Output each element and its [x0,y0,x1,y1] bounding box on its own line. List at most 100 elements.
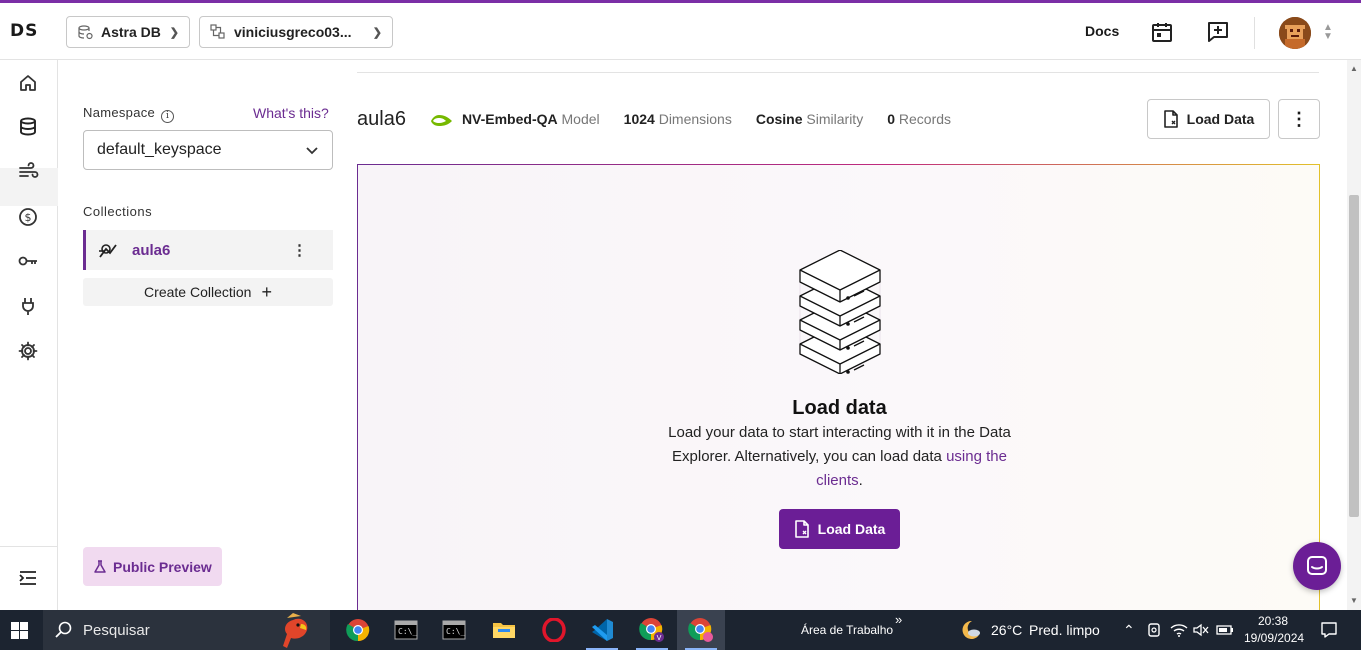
load-data-primary-button[interactable]: Load Data [779,509,900,549]
billing-icon[interactable]: $ [17,206,39,228]
public-preview-label: Public Preview [113,558,212,575]
database-selector[interactable]: Astra DB ❯ [66,16,190,48]
taskbar-chrome-app[interactable] [334,610,382,650]
svg-text:C:\_: C:\_ [398,627,417,636]
search-icon [55,621,72,638]
docs-link[interactable]: Docs [1085,23,1119,39]
records-stat: 0 Records [887,111,951,127]
clock-time[interactable]: 20:38 [1258,614,1288,628]
model-name: NV-Embed-QA [461,111,558,127]
collections-panel: Namespace i What's this? default_keyspace… [59,60,357,610]
organization-icon [210,24,225,39]
chevron-down-icon: ❯ [372,26,382,39]
account-switcher-icon[interactable]: ▲ ▼ [1323,23,1333,42]
collection-title: aula6 [357,107,406,130]
chevron-up-icon[interactable]: ⌃ [1123,622,1135,639]
vscode-icon [592,619,613,641]
settings-gear-icon[interactable] [17,340,39,362]
expand-menu-icon[interactable] [17,567,39,589]
calendar-icon[interactable] [1150,20,1174,44]
scroll-up-icon[interactable]: ▲ [1350,64,1358,73]
taskbar-file-explorer[interactable] [480,610,528,650]
terminal-icon: C:\_ [442,620,466,640]
notifications-icon[interactable] [1320,621,1338,639]
embedding-model: NV-Embed-QA Model [430,111,600,127]
file-upload-icon [1163,110,1178,128]
parrot-decoration-icon [283,613,308,648]
main-content: aula6 NV-Embed-QA Model 1024 Dimensions … [357,60,1347,610]
wifi-icon[interactable] [1170,622,1188,638]
load-data-label: Load Data [1186,111,1255,127]
weather-description[interactable]: Pred. limpo [1029,622,1100,638]
database-icon [78,25,93,40]
collection-name: aula6 [132,241,171,259]
nav-divider [0,546,58,547]
svg-text:$: $ [25,211,32,224]
organization-selector[interactable]: viniciusgreco03... ❯ [199,16,393,48]
load-data-button[interactable]: Load Data [1147,99,1270,139]
more-options-button[interactable]: ⋮ [1278,99,1320,139]
battery-icon[interactable] [1216,623,1234,637]
dimensions-stat: 1024 Dimensions [624,111,732,127]
scrollbar-thumb[interactable] [1349,195,1359,517]
taskbar-chrome-active-app[interactable] [677,610,725,650]
taskbar-chrome-profile-app[interactable]: V [628,610,676,650]
collection-item[interactable]: aula6 ⋮ [83,230,333,270]
create-collection-label: Create Collection [144,284,252,300]
weather-moon-icon[interactable] [958,618,982,642]
chat-support-button[interactable] [1293,542,1341,590]
empty-state-title: Load data [792,397,887,419]
logo[interactable]: DS [10,21,38,41]
databases-icon[interactable] [17,116,39,138]
windows-taskbar: Pesquisar C:\_ C:\_ V Área de Trabalho »… [0,610,1361,650]
folder-icon [493,623,515,638]
toolbar-expand-icon[interactable]: » [895,612,902,627]
info-icon[interactable]: i [161,110,175,123]
streaming-icon[interactable] [17,161,39,183]
key-icon[interactable] [17,250,39,272]
empty-state-card: Load data Load your data to start intera… [357,164,1320,610]
namespace-value: default_keyspace [97,141,222,158]
records-value: 0 [887,111,895,127]
topbar-divider [1254,17,1255,49]
chrome-profile-icon [688,618,713,642]
top-bar: DS Astra DB ❯ viniciusgreco03... ❯ Docs … [0,3,1361,60]
vector-collection-icon [99,244,117,258]
taskbar-opera-app[interactable] [530,610,578,650]
namespace-label: Namespace i [83,105,175,123]
speaker-muted-icon[interactable] [1193,622,1209,638]
terminal-icon: C:\_ [394,620,418,640]
organization-selector-label: viniciusgreco03... [234,24,352,40]
avatar[interactable] [1279,17,1311,49]
scroll-down-icon[interactable]: ▼ [1350,596,1358,605]
page-scrollbar[interactable]: ▲ ▼ [1347,60,1361,610]
windows-start-icon[interactable] [11,622,28,639]
chevron-down-icon: ❯ [169,26,179,39]
svg-text:C:\_: C:\_ [446,627,465,636]
database-stack-illustration [799,250,881,374]
weather-temperature[interactable]: 26°C [991,622,1022,638]
integrations-icon[interactable] [17,295,39,317]
empty-state-description: Load your data to start interacting with… [658,421,1021,493]
home-icon[interactable] [17,72,39,94]
create-collection-button[interactable]: Create Collection + [83,278,333,306]
desktop-toolbar-label[interactable]: Área de Trabalho [801,623,893,637]
taskbar-search[interactable]: Pesquisar [43,610,330,650]
dimensions-label: Dimensions [658,111,732,127]
chevron-down-icon [306,147,318,155]
taskbar-terminal-app-2[interactable]: C:\_ [430,610,478,650]
database-selector-label: Astra DB [101,24,161,40]
whats-this-link[interactable]: What's this? [253,105,329,121]
feedback-icon[interactable] [1206,20,1230,44]
similarity-label: Similarity [806,111,864,127]
clock-date[interactable]: 19/09/2024 [1244,631,1304,645]
collection-options-icon[interactable]: ⋮ [292,241,307,259]
opera-icon [542,618,566,642]
left-navigation: $ [0,60,58,610]
namespace-select[interactable]: default_keyspace [83,130,333,170]
taskbar-terminal-app[interactable]: C:\_ [382,610,430,650]
taskbar-vscode-app[interactable] [578,610,626,650]
public-preview-badge[interactable]: Public Preview [83,547,222,586]
meet-now-icon[interactable] [1146,622,1162,638]
nvidia-logo-icon [430,115,452,126]
